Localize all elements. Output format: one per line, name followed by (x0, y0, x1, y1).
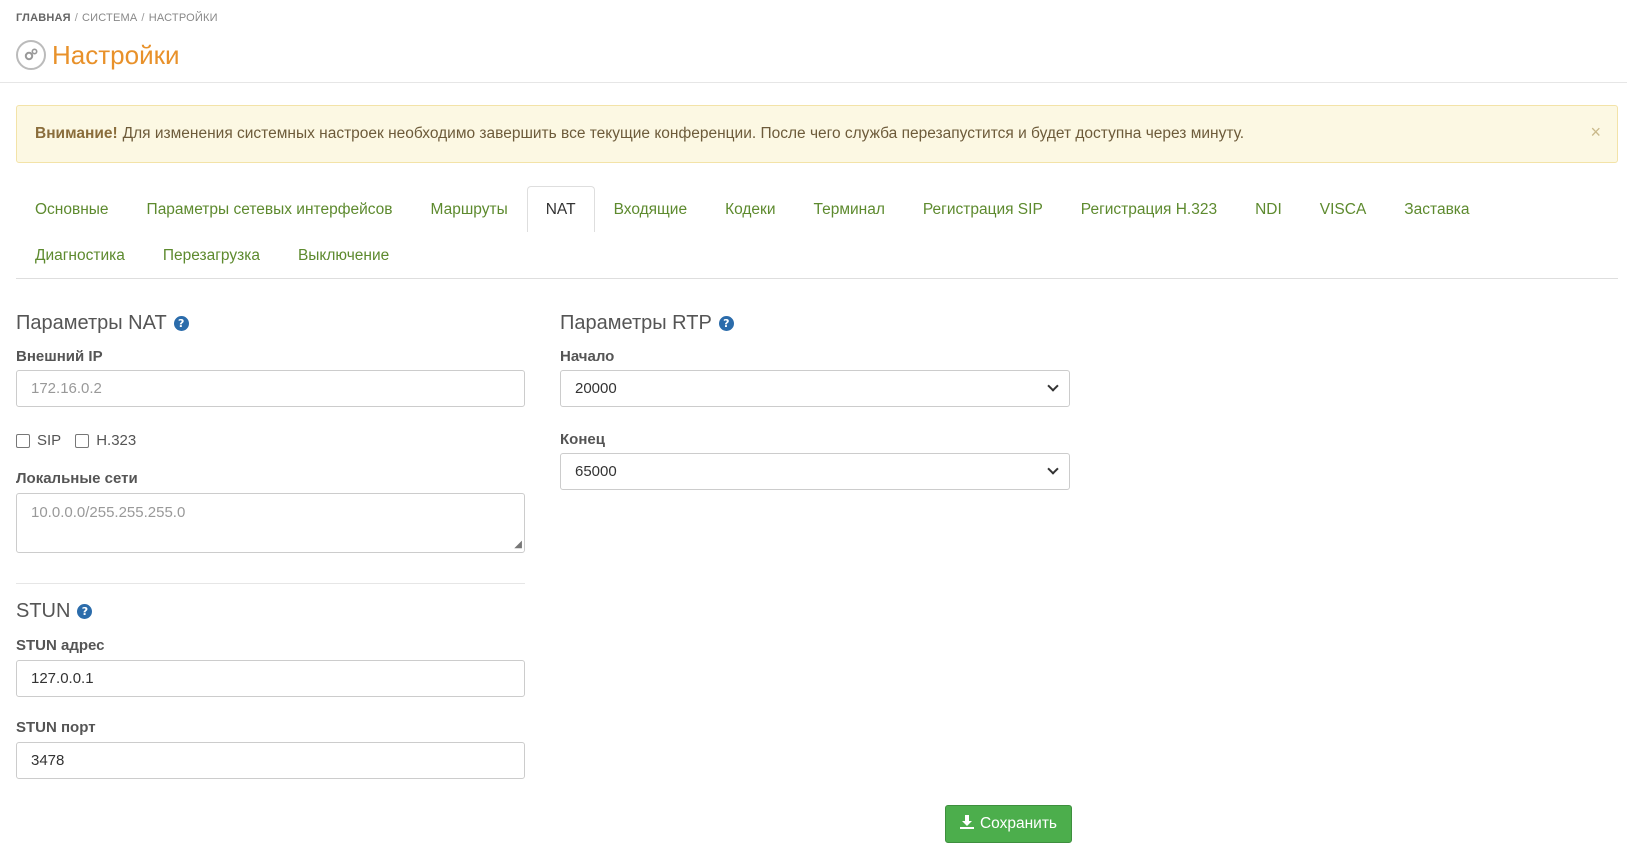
tab-h323-registration[interactable]: Регистрация H.323 (1062, 186, 1236, 232)
gears-icon (16, 40, 46, 70)
rtp-section-title: Параметры RTP ? (560, 312, 734, 335)
tab-ndi[interactable]: NDI (1236, 186, 1301, 232)
tab-splash[interactable]: Заставка (1385, 186, 1488, 232)
rtp-start-label: Начало (560, 348, 615, 365)
rtp-title-text: Параметры RTP (560, 312, 712, 334)
h323-checkbox-label: H.323 (96, 432, 137, 449)
save-button-label: Сохранить (979, 815, 1058, 832)
close-icon[interactable]: × (1590, 122, 1601, 143)
chevron-down-icon (1047, 380, 1059, 392)
tabs-divider (16, 278, 1618, 279)
rtp-end-value: 65000 (575, 463, 617, 480)
download-icon (959, 814, 974, 834)
help-icon[interactable]: ? (77, 604, 93, 619)
tab-nat[interactable]: NAT (526, 186, 595, 232)
breadcrumb-settings: НАСТРОЙКИ (148, 12, 218, 24)
sip-checkbox-box[interactable] (16, 433, 30, 448)
stun-title-text: STUN (16, 600, 71, 622)
local-networks-label: Локальные сети (16, 470, 138, 487)
rtp-end-select[interactable]: 65000 (560, 453, 1070, 490)
rtp-start-value: 20000 (575, 380, 617, 397)
local-networks-placeholder: 10.0.0.0/255.255.255.0 (31, 504, 186, 521)
chevron-down-icon (1047, 463, 1059, 475)
external-ip-label: Внешний IP (16, 348, 103, 365)
tab-sip-registration[interactable]: Регистрация SIP (904, 186, 1062, 232)
h323-checkbox[interactable]: H.323 (75, 432, 136, 449)
tab-routes[interactable]: Маршруты (412, 186, 527, 232)
tab-basic[interactable]: Основные (16, 186, 128, 232)
breadcrumb: ГЛАВНАЯ / СИСТЕМА / НАСТРОЙКИ (16, 12, 218, 24)
alert-text: Для изменения системных настроек необход… (122, 125, 1245, 142)
tab-shutdown[interactable]: Выключение (279, 232, 408, 278)
stun-section-title: STUN ? (16, 600, 93, 623)
help-icon[interactable]: ? (173, 316, 189, 331)
stun-port-input[interactable]: 3478 (16, 742, 525, 779)
tab-row-2: Диагностика Перезагрузка Выключение (16, 232, 1618, 278)
sip-checkbox[interactable]: SIP (16, 432, 61, 449)
tab-network-interfaces[interactable]: Параметры сетевых интерфейсов (128, 186, 412, 232)
page-header: Настройки (16, 38, 180, 72)
settings-tabs: Основные Параметры сетевых интерфейсов М… (16, 186, 1618, 278)
h323-checkbox-box[interactable] (75, 433, 90, 448)
save-button[interactable]: Сохранить (945, 805, 1072, 843)
protocol-checkboxes: SIP H.323 (16, 432, 150, 449)
header-divider (0, 82, 1627, 83)
breadcrumb-system[interactable]: СИСТЕМА (82, 12, 137, 24)
tab-diagnostics[interactable]: Диагностика (16, 232, 144, 278)
page-title: Настройки (52, 39, 180, 70)
help-icon[interactable]: ? (718, 316, 734, 331)
rtp-start-select[interactable]: 20000 (560, 370, 1070, 407)
external-ip-input[interactable]: 172.16.0.2 (16, 370, 525, 407)
breadcrumb-home[interactable]: ГЛАВНАЯ (16, 12, 71, 24)
nat-section-title: Параметры NAT ? (16, 312, 189, 335)
warning-alert: Внимание! Для изменения системных настро… (16, 105, 1618, 163)
sip-checkbox-label: SIP (37, 432, 62, 449)
tab-incoming[interactable]: Входящие (595, 186, 707, 232)
resize-handle-icon[interactable]: ◢ (514, 540, 522, 550)
local-networks-textarea[interactable]: 10.0.0.0/255.255.255.0 ◢ (16, 493, 525, 553)
stun-address-label: STUN адрес (16, 637, 105, 654)
tab-row-1: Основные Параметры сетевых интерфейсов М… (16, 186, 1618, 232)
rtp-end-label: Конец (560, 431, 605, 448)
nat-title-text: Параметры NAT (16, 312, 167, 334)
stun-port-label: STUN порт (16, 719, 96, 736)
section-divider (16, 583, 525, 584)
tab-codecs[interactable]: Кодеки (706, 186, 794, 232)
tab-reboot[interactable]: Перезагрузка (144, 232, 279, 278)
tab-terminal[interactable]: Терминал (795, 186, 904, 232)
stun-address-input[interactable]: 127.0.0.1 (16, 660, 525, 697)
tab-visca[interactable]: VISCA (1301, 186, 1386, 232)
alert-strong: Внимание! (35, 125, 118, 142)
